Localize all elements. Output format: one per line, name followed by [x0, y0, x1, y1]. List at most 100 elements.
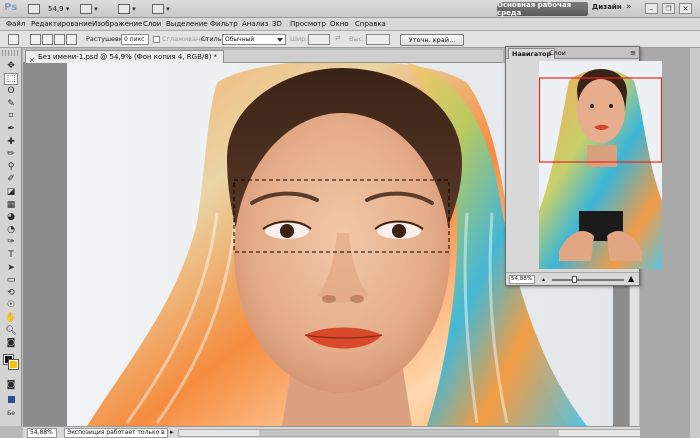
antialias-checkbox[interactable] [153, 36, 160, 43]
3d-rotate-icon[interactable]: ⟲ [4, 287, 18, 299]
panel-dock-strip[interactable] [690, 48, 700, 438]
menu-image[interactable]: Изображение [92, 20, 142, 28]
new-selection-icon[interactable] [30, 34, 41, 45]
navigator-zoom-slider[interactable] [552, 279, 624, 281]
background-color-swatch[interactable] [8, 359, 19, 370]
menu-edit[interactable]: Редактирование [31, 20, 92, 28]
lasso-icon[interactable]: ʘ [4, 85, 18, 97]
tab-layers[interactable]: Слои [546, 48, 569, 59]
zoom-level-value: 54,9 [48, 5, 64, 13]
gradient-icon[interactable]: ▦ [4, 199, 18, 211]
arrange-documents-button[interactable]: ▾ [118, 3, 136, 15]
feather-input[interactable]: 0 пикс [121, 34, 149, 45]
menu-window[interactable]: Окно [330, 20, 349, 28]
document-tab-bar: × Без имени-1.psd @ 54,9% (Фон копия 4, … [23, 50, 503, 64]
dodge-icon[interactable]: ◔ [4, 224, 18, 236]
status-zoom-field[interactable]: 54,88% [27, 428, 57, 438]
stamp-icon[interactable]: ⚲ [4, 161, 18, 173]
restore-button[interactable]: ❐ [662, 3, 675, 14]
chevron-down-icon: ▾ [65, 5, 70, 13]
bridge-small-icon [7, 396, 15, 403]
menu-layers[interactable]: Слои [143, 20, 161, 28]
status-bar: 54,88% Экспозиция работает только в ... … [23, 426, 643, 438]
menu-analysis[interactable]: Анализ [242, 20, 268, 28]
quick-mask-icon[interactable]: ◙ [4, 337, 18, 349]
quick-mask-mode-icon[interactable]: ◙ [4, 379, 18, 391]
chevron-down-icon: ▾ [94, 5, 98, 13]
width-input[interactable] [308, 34, 330, 45]
3d-orbit-icon[interactable]: ☉ [4, 299, 18, 311]
arrange-icon [118, 4, 130, 14]
navigator-preview[interactable] [539, 61, 662, 269]
workspace-more-button[interactable]: » [626, 2, 632, 12]
eyedropper-icon[interactable]: ✒ [4, 123, 18, 135]
subtract-from-selection-icon[interactable] [54, 34, 65, 45]
zoom-in-icon[interactable]: ▲ [628, 274, 634, 283]
height-label: Выс.: [349, 35, 367, 43]
blur-icon[interactable]: ◕ [4, 211, 18, 223]
workspace-design-button[interactable]: Дизайн [592, 3, 622, 11]
intersect-selection-icon[interactable] [66, 34, 77, 45]
tools-panel: ✥ ⬚ ʘ ✎ ⌗ ✒ ✚ ✏ ⚲ ✐ ◪ ▦ ◕ ◔ ✑ T ➤ ▭ ⟲ ☉ ✋ 🔍︎ ◙ ◙ Бе [0, 48, 22, 426]
hand-icon[interactable]: ✋ [4, 312, 18, 324]
screen-mode-button[interactable]: ▾ [152, 3, 170, 15]
history-brush-icon[interactable]: ✐ [4, 173, 18, 185]
launch-bridge-button[interactable] [28, 3, 40, 15]
menu-file[interactable]: Файл [6, 20, 25, 28]
menu-bar: Файл Редактирование Изображение Слои Выд… [0, 18, 700, 31]
brush-icon[interactable]: ✏ [4, 148, 18, 160]
view-extras-button[interactable]: ▾ [80, 3, 98, 15]
marquee-icon[interactable]: ⬚ [4, 72, 18, 85]
add-to-selection-icon[interactable] [42, 34, 53, 45]
shape-icon[interactable]: ▭ [4, 274, 18, 286]
horizontal-scrollbar-thumb[interactable] [259, 430, 559, 436]
document-tab-title: Без имени-1.psd @ 54,9% (Фон копия 4, RG… [38, 53, 218, 61]
tools-bottom-label: Бе [7, 410, 15, 417]
close-button[interactable]: ✕ [679, 3, 692, 14]
navigator-panel-tabs: Навигатор Слои ≡ [506, 47, 639, 59]
width-label: Шир.: [290, 35, 310, 43]
menu-view[interactable]: Просмотр [290, 20, 326, 28]
document-tab[interactable]: × Без имени-1.psd @ 54,9% (Фон копия 4, … [25, 50, 225, 64]
panel-menu-icon[interactable]: ≡ [630, 49, 636, 57]
height-input[interactable] [366, 34, 390, 45]
workspace-essentials-button[interactable]: Основная рабочая среда [497, 1, 588, 17]
type-icon[interactable]: T [4, 249, 18, 261]
crop-icon[interactable]: ⌗ [4, 110, 18, 122]
chevron-down-icon: ▾ [132, 5, 136, 13]
move-icon[interactable]: ✥ [4, 60, 18, 72]
photoshop-logo-icon: Ps [4, 2, 18, 13]
screen-mode-icon [152, 4, 164, 14]
status-menu-arrow-icon[interactable]: ▸ [170, 428, 174, 436]
menu-select[interactable]: Выделение [166, 20, 208, 28]
path-select-icon[interactable]: ➤ [4, 262, 18, 274]
navigator-panel: Навигатор Слои ≡ 54,88% ▴ ▲ [505, 46, 662, 286]
tools-panel-grip[interactable] [2, 50, 20, 56]
quick-select-icon[interactable]: ✎ [4, 98, 18, 110]
status-info-text: Экспозиция работает только в ... [64, 428, 168, 438]
refine-edge-button[interactable]: Уточн. край... [400, 34, 464, 46]
pen-icon[interactable]: ✑ [4, 236, 18, 248]
menu-3d[interactable]: 3D [272, 20, 282, 28]
zoom-out-icon[interactable]: ▴ [542, 276, 545, 283]
tool-preset-picker[interactable] [8, 34, 19, 45]
bridge-icon [28, 4, 40, 14]
screen-mode-toggle[interactable]: Бе [4, 396, 18, 417]
application-title-bar: Ps 54,9 ▾ ▾ ▾ ▾ Основная рабочая среда Д… [0, 0, 700, 18]
navigator-zoom-slider-knob[interactable] [571, 276, 577, 283]
healing-icon[interactable]: ✚ [4, 136, 18, 148]
zoom-level-dropdown[interactable]: 54,9 ▾ [48, 3, 69, 15]
menu-help[interactable]: Справка [355, 20, 386, 28]
eraser-icon[interactable]: ◪ [4, 186, 18, 198]
extras-icon [80, 4, 92, 14]
style-select[interactable]: Обычный [222, 34, 286, 45]
horizontal-scrollbar[interactable] [178, 429, 643, 437]
navigator-controls: 54,88% ▴ ▲ [506, 272, 639, 285]
minimize-button[interactable]: – [645, 3, 658, 14]
style-label: Стиль: [201, 35, 224, 43]
navigator-zoom-field[interactable]: 54,88% [509, 275, 535, 284]
zoom-icon[interactable]: 🔍︎ [4, 325, 18, 337]
menu-filter[interactable]: Фильтр [210, 20, 238, 28]
swap-dimensions-icon[interactable]: ⇄ [335, 34, 344, 45]
chevron-down-icon: ▾ [166, 5, 170, 13]
